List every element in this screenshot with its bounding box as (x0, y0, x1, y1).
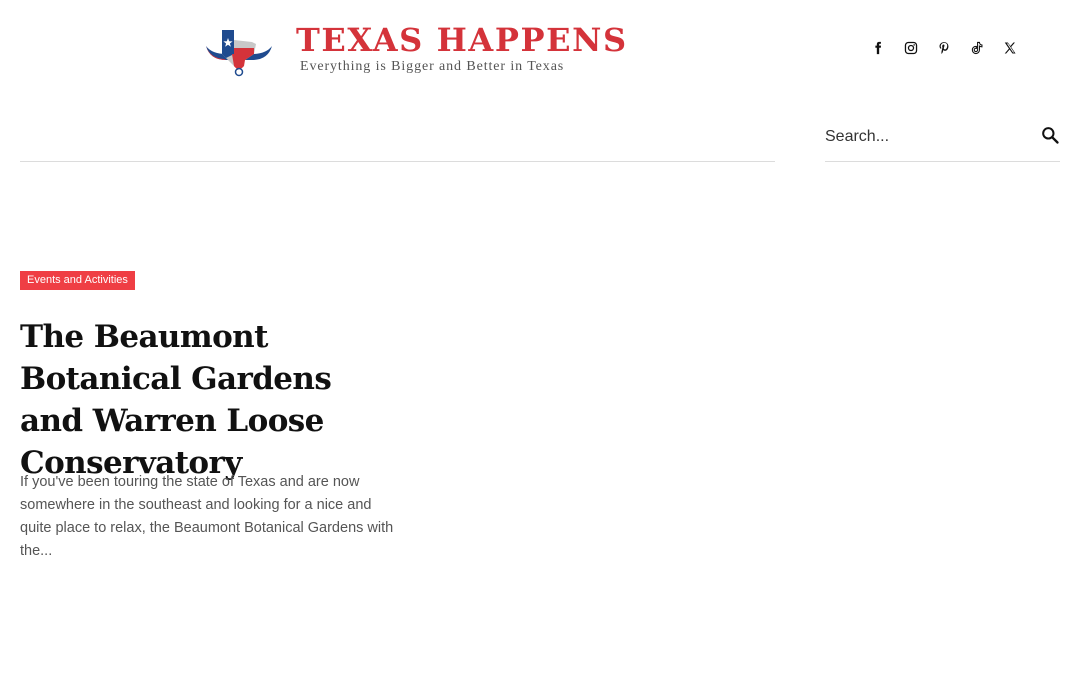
pinterest-icon[interactable] (936, 40, 952, 56)
site-tagline: Everything is Bigger and Better in Texas (300, 59, 565, 74)
post-title[interactable]: The Beaumont Botanical Gardens and Warre… (20, 316, 400, 484)
texas-longhorn-logo-icon (206, 30, 272, 77)
search-input[interactable] (825, 122, 1035, 152)
content-divider (20, 161, 775, 162)
site-header: TEXAS HAPPENS Everything is Bigger and B… (0, 0, 1080, 100)
category-badge[interactable]: Events and Activities (20, 271, 135, 290)
search-icon[interactable] (1040, 125, 1060, 145)
facebook-icon[interactable] (870, 40, 886, 56)
site-logo[interactable]: TEXAS HAPPENS Everything is Bigger and B… (204, 22, 628, 80)
tiktok-icon[interactable] (969, 40, 985, 56)
search-form (825, 118, 1060, 162)
site-title: TEXAS HAPPENS (296, 21, 628, 59)
social-links (870, 40, 1018, 56)
instagram-icon[interactable] (903, 40, 919, 56)
post-excerpt: If you've been touring the state of Texa… (20, 474, 394, 559)
x-icon[interactable] (1002, 40, 1018, 56)
